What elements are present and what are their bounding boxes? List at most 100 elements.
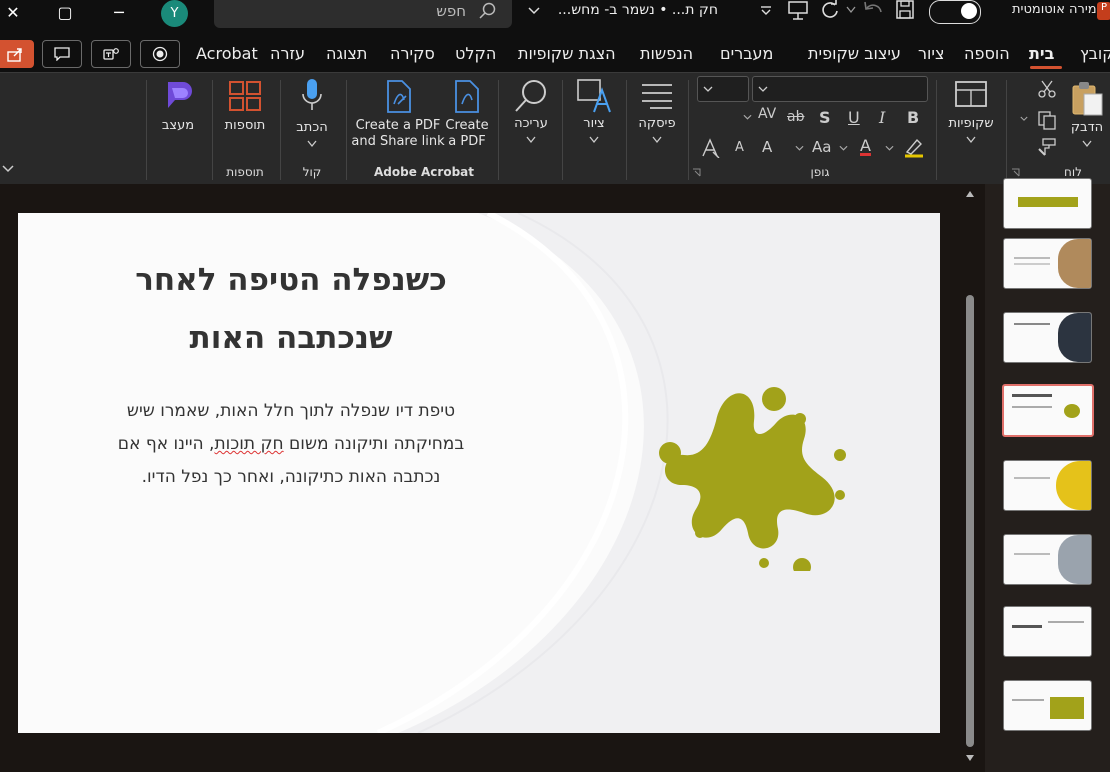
menu-design[interactable]: עיצוב שקופית <box>808 44 901 63</box>
close-icon: ✕ <box>6 2 20 22</box>
change-case-button[interactable]: Aa <box>812 138 831 156</box>
share-button[interactable] <box>0 40 34 68</box>
chevron-down-icon[interactable] <box>795 145 804 152</box>
bold-button[interactable]: B <box>907 108 919 127</box>
cut-icon[interactable] <box>1038 80 1056 98</box>
menu-file[interactable]: קובץ <box>1080 44 1110 63</box>
chevron-down-icon[interactable] <box>846 6 856 14</box>
collapse-ribbon-icon[interactable] <box>2 164 14 174</box>
format-painter-icon[interactable] <box>1037 138 1057 156</box>
menu-insert[interactable]: הוספה <box>964 44 1010 63</box>
ink-splat-illustration <box>659 387 846 571</box>
minimize-icon: ─ <box>114 2 124 22</box>
slide-thumbnail[interactable] <box>1003 178 1092 229</box>
menu-animations[interactable]: הנפשות <box>640 44 693 63</box>
menu-draw[interactable]: ציור <box>918 44 944 63</box>
addins-icon <box>229 81 261 111</box>
teams-icon <box>103 48 119 60</box>
strikethrough-button[interactable]: ab <box>787 109 804 125</box>
search-box[interactable]: חפש <box>214 0 512 28</box>
slide-thumbnail[interactable] <box>1003 534 1092 585</box>
minimize-button[interactable]: ─ <box>94 0 144 24</box>
slide-thumbnail[interactable] <box>1003 460 1092 511</box>
dialog-launcher-icon[interactable] <box>692 168 701 177</box>
font-family-select[interactable] <box>752 76 928 102</box>
scroll-down-icon[interactable] <box>965 754 975 762</box>
close-button[interactable]: ✕ <box>0 0 38 24</box>
paste-icon <box>1072 82 1103 116</box>
save-icon[interactable] <box>895 0 915 20</box>
record-button[interactable] <box>140 40 180 68</box>
dialog-launcher-icon[interactable] <box>1011 168 1020 177</box>
highlighter-icon[interactable] <box>903 136 925 158</box>
create-pdf-share-link-button[interactable]: Create a PDF and Share link <box>351 80 445 154</box>
menu-home[interactable]: בית <box>1029 44 1054 63</box>
editing-button[interactable]: עריכה <box>504 78 558 150</box>
slide-title[interactable]: כשנפלה הטיפה לאחר שנכתבה האות <box>66 251 516 367</box>
menu-acrobat[interactable]: Acrobat <box>196 44 258 63</box>
slides-button[interactable]: שקופיות <box>942 78 1000 150</box>
shadow-button[interactable]: S <box>819 108 831 127</box>
slide-title-line-1: כשנפלה הטיפה לאחר <box>135 262 447 298</box>
qat-customize-icon[interactable] <box>760 6 772 16</box>
font-color-button[interactable]: A <box>860 136 871 155</box>
slide-vertical-scrollbar[interactable] <box>962 190 978 765</box>
avatar[interactable]: Y <box>161 0 188 27</box>
chevron-down-icon[interactable] <box>839 145 848 152</box>
scrollbar-thumb[interactable] <box>966 295 974 747</box>
slide-thumbnail-selected[interactable] <box>1002 384 1094 437</box>
search-placeholder: חפש <box>436 2 466 20</box>
chevron-down-icon[interactable] <box>743 114 752 121</box>
scroll-up-icon[interactable] <box>965 190 975 198</box>
paste-button[interactable]: הדבק <box>1064 80 1110 152</box>
addins-button[interactable]: תוספות <box>216 78 274 142</box>
restore-button[interactable]: ▢ <box>40 0 90 24</box>
copy-icon[interactable] <box>1037 110 1057 130</box>
menu-transitions[interactable]: מעברים <box>720 44 773 63</box>
teams-button[interactable] <box>91 40 131 68</box>
increase-font-size-button[interactable]: A <box>762 138 772 156</box>
slide-thumbnail[interactable] <box>1003 606 1092 657</box>
current-slide[interactable]: כשנפלה הטיפה לאחר שנכתבה האות טיפת דיו ש… <box>18 213 940 733</box>
decrease-font-size-button[interactable]: A <box>735 140 744 155</box>
redo-icon[interactable] <box>820 0 840 20</box>
clear-formatting-icon[interactable] <box>701 138 721 158</box>
menu-slideshow[interactable]: הצגת שקופיות <box>518 44 616 63</box>
chevron-down-icon[interactable] <box>885 145 894 152</box>
slide-thumbnail[interactable] <box>1003 238 1092 289</box>
drawing-button[interactable]: ציור <box>566 78 622 150</box>
create-pdf-button[interactable]: Create a PDF <box>444 80 490 154</box>
designer-label: מעצב <box>161 118 195 133</box>
spell-error-text[interactable]: חק תוכות <box>214 434 283 454</box>
chevron-down-icon <box>652 136 662 144</box>
italic-button[interactable]: I <box>879 108 885 127</box>
menu-record[interactable]: הקלט <box>455 44 496 63</box>
group-separator <box>562 80 563 180</box>
font-size-select[interactable] <box>697 76 749 102</box>
present-from-start-icon[interactable] <box>787 0 809 20</box>
comments-button[interactable] <box>42 40 82 68</box>
undo-icon[interactable] <box>862 0 884 20</box>
menu-help[interactable]: עזרה <box>270 44 305 63</box>
group-separator <box>626 80 627 180</box>
menu-review[interactable]: סקירה <box>390 44 435 63</box>
autosave-toggle[interactable] <box>929 0 981 24</box>
slide-body-text[interactable]: טיפת דיו שנפלה לתוך חלל האות, שאמרו שיש … <box>106 395 476 494</box>
create-share-label-1: Create a PDF <box>355 118 441 133</box>
search-icon <box>479 2 496 19</box>
pdf-icon <box>455 80 479 113</box>
dictate-button[interactable]: הכתב <box>284 76 340 152</box>
character-spacing-button[interactable]: AV <box>758 106 776 122</box>
slide-thumbnail[interactable] <box>1003 680 1092 731</box>
create-share-label-2: and Share link <box>351 134 445 149</box>
document-title[interactable]: חק ת... • נשמר ב- מחש... <box>548 2 718 18</box>
designer-button[interactable]: מעצב <box>150 78 206 142</box>
chevron-down-icon[interactable] <box>1020 116 1028 122</box>
underline-button[interactable]: U <box>848 108 860 127</box>
slide-thumbnail[interactable] <box>1003 312 1092 363</box>
group-separator <box>280 80 281 180</box>
menu-view[interactable]: תצוגה <box>326 44 367 63</box>
chevron-down-icon[interactable] <box>528 6 540 16</box>
voice-group-label: קול <box>302 165 322 179</box>
paragraph-button[interactable]: פיסקה <box>630 78 684 150</box>
